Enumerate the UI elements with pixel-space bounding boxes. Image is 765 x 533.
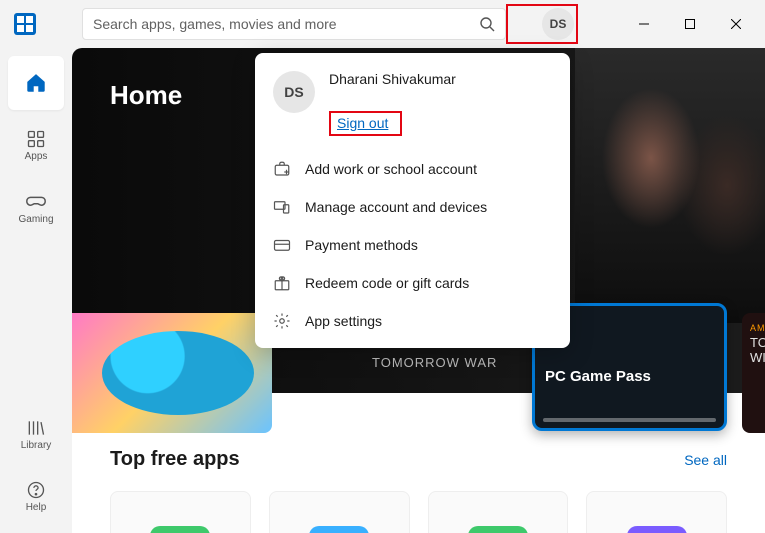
carousel-card[interactable]: AMAZON ORIGINA TOM CLANCY'S WIT OUT REMO… <box>742 313 765 433</box>
window-controls <box>621 8 759 40</box>
gaming-icon <box>25 190 47 212</box>
nav-label: Help <box>26 502 47 513</box>
maximize-button[interactable] <box>667 8 713 40</box>
minimize-icon <box>639 19 649 29</box>
menu-item-label: Payment methods <box>305 237 418 253</box>
briefcase-add-icon <box>273 160 291 178</box>
menu-item-label: App settings <box>305 313 382 329</box>
account-menu: DS Dharani Shivakumar Sign out Add work … <box>255 53 570 348</box>
home-icon <box>25 72 47 94</box>
progress-indicator <box>543 418 716 422</box>
nav-label: Gaming <box>18 214 53 225</box>
account-email-redacted <box>329 91 499 105</box>
library-icon <box>26 418 46 438</box>
see-all-link[interactable]: See all <box>684 452 727 468</box>
account-name: Dharani Shivakumar <box>329 71 499 87</box>
title-bar: DS <box>0 0 765 48</box>
maximize-icon <box>685 19 695 29</box>
app-tile[interactable] <box>586 491 727 533</box>
nav-gaming[interactable]: Gaming <box>8 180 64 234</box>
apps-icon <box>26 129 46 149</box>
help-icon <box>26 480 46 500</box>
sign-out-link[interactable]: Sign out <box>337 115 388 131</box>
menu-item-label: Add work or school account <box>305 161 477 177</box>
menu-item-label: Redeem code or gift cards <box>305 275 469 291</box>
carousel-caption: TOMORROW WAR <box>372 355 497 370</box>
devices-icon <box>273 198 291 216</box>
avatar: DS <box>273 71 315 113</box>
gear-icon <box>273 312 291 330</box>
menu-item-payment[interactable]: Payment methods <box>255 226 570 264</box>
top-free-apps-section: Top free apps See all <box>72 448 765 533</box>
search-icon <box>479 16 495 32</box>
app-icon <box>309 526 369 533</box>
card-title-line: WIT OUT REMORS <box>750 350 765 365</box>
sidebar: Apps Gaming Library Help <box>0 48 72 533</box>
app-icon <box>627 526 687 533</box>
hero-artwork <box>575 48 765 323</box>
section-title: Top free apps <box>110 448 240 471</box>
minimize-button[interactable] <box>621 8 667 40</box>
app-icon <box>468 526 528 533</box>
menu-item-label: Manage account and devices <box>305 199 487 215</box>
nav-help[interactable]: Help <box>8 469 64 523</box>
app-tile[interactable] <box>110 491 251 533</box>
close-icon <box>731 19 741 29</box>
card-title: PC Game Pass <box>545 368 714 385</box>
store-logo-icon <box>14 13 36 35</box>
menu-item-redeem[interactable]: Redeem code or gift cards <box>255 264 570 302</box>
search-box[interactable] <box>82 8 506 40</box>
app-tile[interactable] <box>269 491 410 533</box>
nav-library[interactable]: Library <box>8 407 64 461</box>
card-title-line: TOM CLANCY'S <box>750 335 765 350</box>
gift-icon <box>273 274 291 292</box>
account-header: DS Dharani Shivakumar Sign out <box>255 67 570 150</box>
app-tiles <box>110 491 727 533</box>
menu-item-settings[interactable]: App settings <box>255 302 570 340</box>
carousel-card[interactable] <box>72 313 272 433</box>
sign-out-highlight: Sign out <box>329 111 402 136</box>
card-icon <box>273 236 291 254</box>
app-icon <box>150 526 210 533</box>
nav-home[interactable] <box>8 56 64 110</box>
nav-label: Apps <box>25 151 48 162</box>
nav-apps[interactable]: Apps <box>8 118 64 172</box>
close-button[interactable] <box>713 8 759 40</box>
search-input[interactable] <box>93 16 479 32</box>
account-button-highlight: DS <box>506 4 578 44</box>
card-overline: AMAZON ORIGINA <box>750 323 765 333</box>
menu-item-add-account[interactable]: Add work or school account <box>255 150 570 188</box>
nav-label: Library <box>21 440 52 451</box>
account-button[interactable]: DS <box>542 8 574 40</box>
menu-item-manage-account[interactable]: Manage account and devices <box>255 188 570 226</box>
app-tile[interactable] <box>428 491 569 533</box>
page-title: Home <box>110 80 182 111</box>
